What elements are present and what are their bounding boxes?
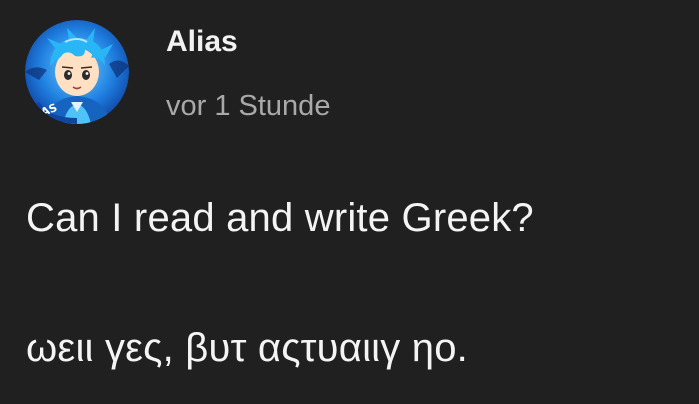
comment-post: IAS Alias vor 1 Stunde Can I read and wr… <box>0 0 699 404</box>
post-timestamp: vor 1 Stunde <box>166 90 331 122</box>
anime-character-avatar-icon: IAS <box>25 20 129 124</box>
user-avatar[interactable]: IAS <box>25 20 129 124</box>
post-body-line: Can I read and write Greek? <box>26 196 534 240</box>
post-body-line: ωειι γες, βυτ αςτυαιιγ ηο. <box>26 326 468 370</box>
author-name[interactable]: Alias <box>166 22 238 62</box>
